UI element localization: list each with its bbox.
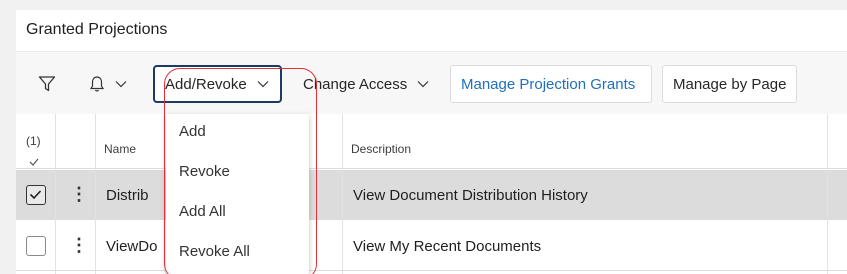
add-revoke-dropdown: Add Revoke Add All Revoke All — [166, 114, 309, 274]
add-revoke-button[interactable]: Add/Revoke — [153, 65, 282, 103]
column-divider — [95, 114, 96, 274]
row-menu-icon[interactable]: ⋮ — [70, 236, 88, 254]
menu-item-add-all[interactable]: Add All — [179, 203, 226, 220]
column-divider — [827, 114, 828, 274]
row-name: ViewDo — [106, 238, 158, 255]
menu-item-revoke[interactable]: Revoke — [179, 163, 230, 180]
menu-item-add[interactable]: Add — [179, 123, 206, 140]
notifications-menu-button[interactable] — [84, 73, 132, 95]
row-menu-icon[interactable]: ⋮ — [70, 185, 88, 203]
chevron-down-icon — [115, 80, 127, 88]
column-header-name[interactable]: Name — [104, 142, 136, 156]
panel-title: Granted Projections — [26, 21, 168, 38]
column-divider — [55, 114, 56, 274]
selection-count: (1) — [26, 134, 41, 148]
change-access-label: Change Access — [303, 75, 408, 93]
column-divider — [342, 114, 343, 274]
row-description: View My Recent Documents — [353, 238, 542, 255]
checkmark-icon[interactable] — [29, 153, 39, 171]
filter-icon[interactable] — [36, 73, 58, 95]
row-checkbox[interactable] — [26, 185, 46, 205]
change-access-button[interactable]: Change Access — [292, 65, 440, 103]
granted-projections-panel: Granted Projections Add/Revoke Change Ac… — [16, 10, 847, 274]
row-name: Distrib — [106, 187, 149, 204]
chevron-down-icon — [417, 80, 429, 88]
menu-item-revoke-all[interactable]: Revoke All — [179, 243, 250, 260]
bell-icon — [89, 75, 105, 93]
manage-projection-grants-button[interactable]: Manage Projection Grants — [450, 65, 652, 103]
manage-by-page-button[interactable]: Manage by Page — [662, 65, 797, 103]
table-row[interactable]: ⋮ ViewDo View My Recent Documents — [16, 221, 847, 271]
table-header: (1) Name Description — [16, 114, 847, 169]
column-header-description[interactable]: Description — [351, 142, 411, 156]
add-revoke-label: Add/Revoke — [165, 75, 247, 93]
row-description: View Document Distribution History — [353, 187, 588, 204]
projections-table: (1) Name Description ⋮ Distrib g View Do… — [16, 114, 847, 274]
manage-projection-grants-label: Manage Projection Grants — [461, 75, 636, 93]
table-row[interactable]: ⋮ Distrib g View Document Distribution H… — [16, 170, 847, 220]
chevron-down-icon — [257, 80, 269, 88]
manage-by-page-label: Manage by Page — [673, 75, 787, 93]
row-checkbox[interactable] — [26, 236, 46, 256]
